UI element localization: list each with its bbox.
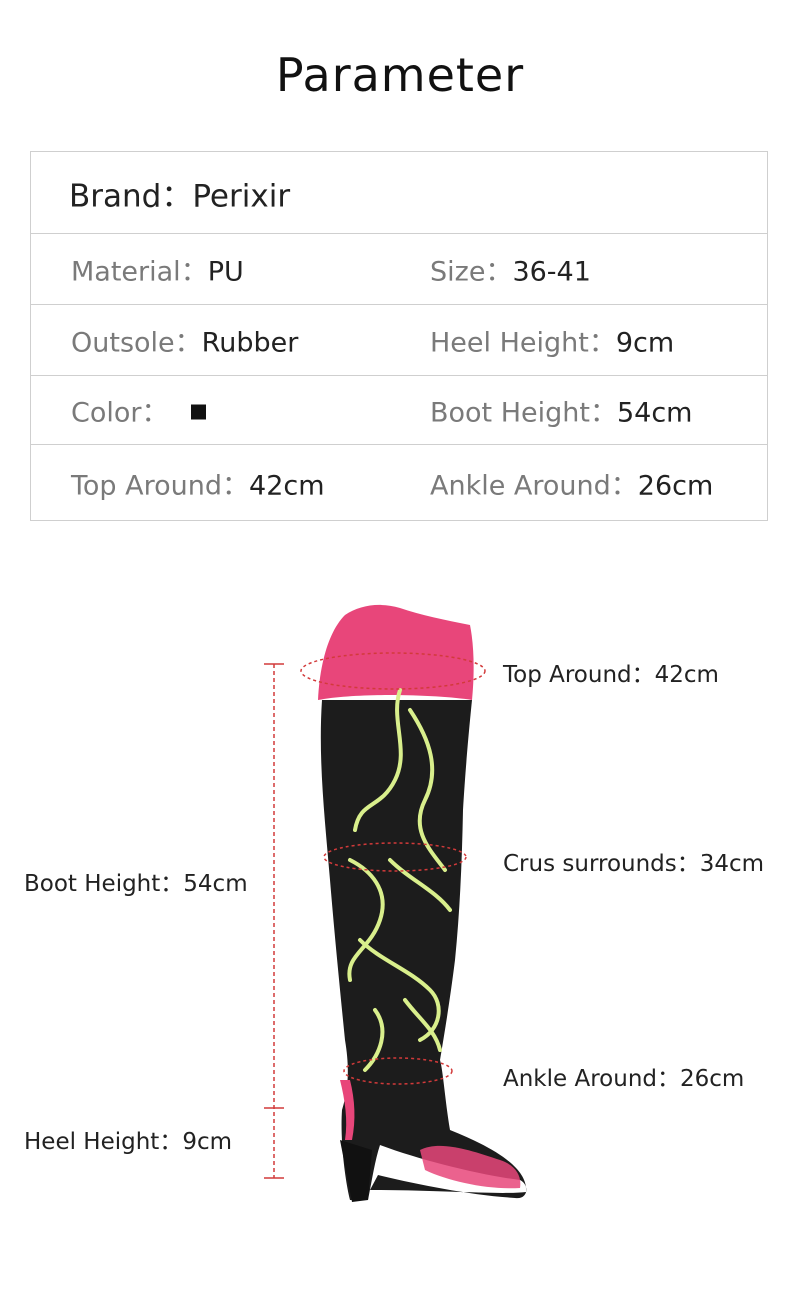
- ankle-around-value: 26cm: [637, 470, 714, 502]
- parameter-table: Brand：Perixir Material：PU Size：36-41 Out…: [30, 151, 768, 521]
- table-row-color-boot: Color： Boot Height：54cm: [31, 376, 767, 445]
- diagram-ankle-around-label: Ankle Around：26cm: [503, 1066, 745, 1092]
- boot-top-pink: [318, 604, 474, 700]
- page-title: Parameter: [275, 48, 525, 102]
- top-around-label: Top Around：: [71, 470, 250, 502]
- boot-toe-pink: [420, 1145, 521, 1189]
- size-label: Size：: [430, 256, 513, 288]
- color-label: Color：: [71, 397, 169, 429]
- color-swatch: [190, 404, 206, 420]
- table-row-outsole-heel: Outsole：Rubber Heel Height：9cm: [31, 305, 767, 376]
- brand-value: Perixir: [192, 178, 291, 214]
- material-label: Material：: [71, 256, 208, 288]
- boot-measurement-diagram: Top Around：42cm Crus surrounds：34cm Ankl…: [0, 560, 800, 1260]
- brand-label: Brand：: [69, 178, 193, 214]
- diagram-top-around-label: Top Around：42cm: [503, 662, 719, 688]
- diagram-boot-height-label: Boot Height：54cm: [24, 871, 248, 897]
- diagram-crus-surrounds-label: Crus surrounds：34cm: [503, 851, 765, 877]
- outsole-value: Rubber: [201, 327, 299, 359]
- ankle-around-label: Ankle Around：: [430, 470, 638, 502]
- top-around-value: 42cm: [249, 470, 325, 502]
- outsole-cell: Outsole：Rubber: [71, 321, 298, 360]
- top-around-cell: Top Around：42cm: [71, 464, 325, 503]
- size-value: 36-41: [512, 256, 591, 288]
- heel-height-cell: Heel Height：9cm: [430, 321, 674, 360]
- material-value: PU: [207, 256, 244, 288]
- boot-height-label: Boot Height：: [430, 397, 617, 429]
- height-ruler: [264, 663, 284, 1179]
- boot-height-value: 54cm: [616, 397, 693, 429]
- table-row-brand: Brand：Perixir: [31, 152, 767, 234]
- heel-height-label: Heel Height：: [430, 327, 616, 359]
- table-row-material-size: Material：PU Size：36-41: [31, 234, 767, 305]
- size-cell: Size：36-41: [430, 250, 591, 289]
- table-row-top-ankle: Top Around：42cm Ankle Around：26cm: [31, 445, 767, 521]
- ankle-around-cell: Ankle Around：26cm: [430, 464, 713, 503]
- diagram-heel-height-label: Heel Height：9cm: [24, 1129, 233, 1155]
- boot-height-cell: Boot Height：54cm: [430, 391, 693, 430]
- brand-cell: Brand：Perixir: [69, 170, 290, 215]
- color-cell: Color：: [71, 391, 206, 430]
- outsole-label: Outsole：: [71, 327, 202, 359]
- material-cell: Material：PU: [71, 250, 244, 289]
- heel-height-value: 9cm: [615, 327, 675, 359]
